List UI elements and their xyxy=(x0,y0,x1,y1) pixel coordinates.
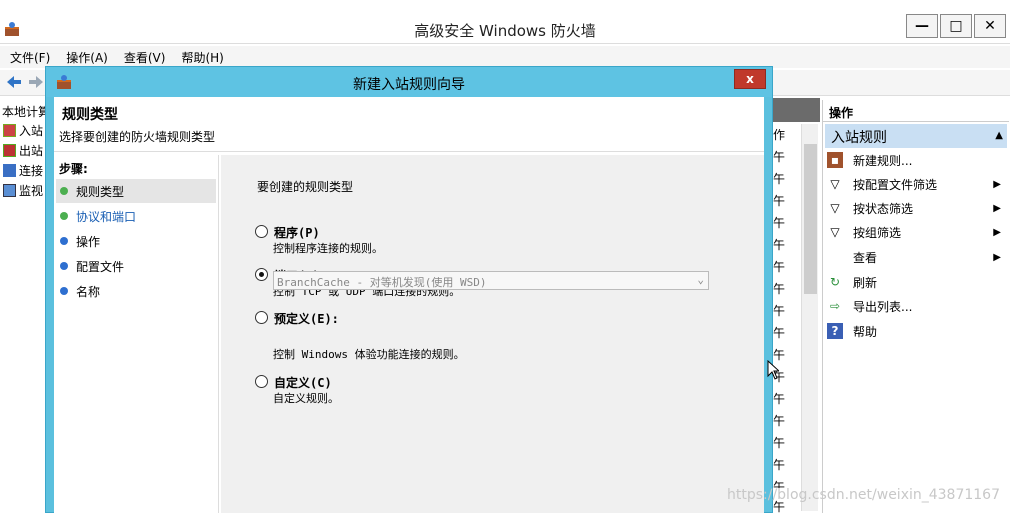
submenu-arrow-icon: ▶ xyxy=(993,178,1001,190)
menu-bar: 文件(F) 操作(A) 查看(V) 帮助(H) xyxy=(0,46,1010,68)
collapse-caret-icon[interactable]: ▲ xyxy=(995,130,1003,141)
step-status-dot-icon xyxy=(60,237,68,245)
program-radio[interactable] xyxy=(255,225,268,238)
window-title: 高级安全 Windows 防火墙 xyxy=(414,22,596,40)
option-title: 预定义(E): xyxy=(274,312,339,326)
tree-root[interactable]: 本地计算 xyxy=(2,103,45,120)
tree-item-monitor[interactable]: 监视 xyxy=(3,182,43,199)
option-description: 控制程序连接的规则。 xyxy=(273,242,383,255)
tree-item-outbound[interactable]: 出站 xyxy=(3,142,43,159)
step-name[interactable]: 名称 xyxy=(56,279,216,303)
minimize-button[interactable]: — xyxy=(906,14,938,38)
dialog-close-button[interactable]: x xyxy=(734,69,766,89)
step-action[interactable]: 操作 xyxy=(56,229,216,253)
dialog-title: 新建入站规则向导 xyxy=(353,77,465,93)
list-item[interactable]: 午 xyxy=(773,280,785,297)
option-description: 自定义规则。 xyxy=(273,392,339,405)
action-new-rule[interactable]: ▪ 新建规则... xyxy=(827,148,1005,172)
forward-arrow-icon[interactable] xyxy=(27,74,45,90)
list-item[interactable]: 午 xyxy=(773,148,785,165)
step-status-dot-icon xyxy=(60,287,68,295)
watermark: https://blog.csdn.net/weixin_43871167 xyxy=(726,487,1000,503)
option-title: 程序(P) xyxy=(274,226,320,240)
rule-type-content: 要创建的规则类型 程序(P) 控制程序连接的规则。 端口(O) 控制 TCP 或… xyxy=(221,155,764,513)
actions-pane: 操作 入站规则 ▲ ▪ 新建规则... ▽ 按配置文件筛选 ▶ ▽ 按状态筛选 … xyxy=(822,100,1010,513)
navigation-tree: 本地计算 入站 出站 连接 监视 xyxy=(0,100,46,513)
close-button[interactable]: ✕ xyxy=(974,14,1006,38)
rules-list: 作 午 午 午 午 午 午 午 午 午 午 午 午 午 午 午 午 午 xyxy=(770,98,820,513)
outbound-rules-icon xyxy=(3,144,16,157)
custom-radio[interactable] xyxy=(255,375,268,388)
wizard-steps: 步骤: 规则类型 协议和端口 操作 配置文件 名称 xyxy=(54,155,219,513)
predefined-radio[interactable] xyxy=(255,311,268,324)
step-rule-type[interactable]: 规则类型 xyxy=(56,179,216,203)
filter-icon: ▽ xyxy=(830,225,840,239)
list-item[interactable]: 午 xyxy=(773,324,785,341)
step-profile[interactable]: 配置文件 xyxy=(56,254,216,278)
list-item[interactable]: 午 xyxy=(773,412,785,429)
refresh-icon: ↻ xyxy=(829,275,841,289)
scrollbar-thumb[interactable] xyxy=(804,144,817,294)
list-item[interactable]: 午 xyxy=(773,236,785,253)
list-item[interactable]: 午 xyxy=(773,434,785,451)
actions-section-inbound[interactable]: 入站规则 ▲ xyxy=(825,124,1007,148)
tree-item-inbound[interactable]: 入站 xyxy=(3,122,43,139)
dialog-body: 规则类型 选择要创建的防火墙规则类型 步骤: 规则类型 协议和端口 操作 配置文… xyxy=(54,97,764,513)
list-item[interactable]: 午 xyxy=(773,214,785,231)
step-protocol-and-ports[interactable]: 协议和端口 xyxy=(56,204,216,228)
list-item[interactable]: 午 xyxy=(773,456,785,473)
submenu-arrow-icon: ▶ xyxy=(993,202,1001,214)
monitor-icon xyxy=(3,184,16,197)
rules-list-header xyxy=(770,98,820,122)
action-view[interactable]: 查看 ▶ xyxy=(827,245,1005,269)
menu-view[interactable]: 查看(V) xyxy=(124,49,166,66)
maximize-button[interactable]: □ xyxy=(940,14,972,38)
help-icon: ? xyxy=(827,323,843,339)
rules-list-scrollbar[interactable] xyxy=(801,124,818,511)
list-item[interactable]: 作 xyxy=(773,126,785,143)
menu-action[interactable]: 操作(A) xyxy=(66,49,108,66)
action-filter-by-state[interactable]: ▽ 按状态筛选 ▶ xyxy=(827,196,1005,220)
list-item[interactable]: 午 xyxy=(773,170,785,187)
menu-help[interactable]: 帮助(H) xyxy=(181,49,223,66)
submenu-arrow-icon: ▶ xyxy=(993,251,1001,263)
list-item[interactable]: 午 xyxy=(773,302,785,319)
list-item[interactable]: 午 xyxy=(773,258,785,275)
mouse-cursor-icon xyxy=(767,360,779,380)
action-filter-by-profile[interactable]: ▽ 按配置文件筛选 ▶ xyxy=(827,172,1005,196)
rule-type-question: 要创建的规则类型 xyxy=(257,180,354,194)
option-title: 自定义(C) xyxy=(274,376,332,390)
step-status-dot-icon xyxy=(60,187,68,195)
new-inbound-rule-wizard: 新建入站规则向导 x 规则类型 选择要创建的防火墙规则类型 步骤: 规则类型 协… xyxy=(45,66,773,513)
connection-security-icon xyxy=(3,164,16,177)
step-status-dot-icon xyxy=(60,262,68,270)
back-arrow-icon[interactable] xyxy=(5,74,23,90)
inbound-rules-icon xyxy=(3,124,16,137)
page-title: 规则类型 xyxy=(62,107,118,123)
action-export-list[interactable]: ⇨ 导出列表... xyxy=(827,294,1005,318)
step-status-dot-icon xyxy=(60,212,68,220)
action-refresh[interactable]: ↻ 刷新 xyxy=(827,270,1005,294)
predefined-rule-select[interactable]: BranchCache - 对等机发现(使用 WSD) ⌄ xyxy=(273,271,709,290)
list-item[interactable]: 午 xyxy=(773,192,785,209)
dialog-header: 规则类型 选择要创建的防火墙规则类型 xyxy=(54,97,764,152)
chevron-down-icon: ⌄ xyxy=(697,273,704,286)
port-radio[interactable] xyxy=(255,268,268,281)
new-rule-icon: ▪ xyxy=(827,152,843,168)
action-filter-by-group[interactable]: ▽ 按组筛选 ▶ xyxy=(827,220,1005,244)
dialog-titlebar[interactable]: 新建入站规则向导 x xyxy=(46,67,772,97)
page-subtitle: 选择要创建的防火墙规则类型 xyxy=(59,130,216,144)
export-icon: ⇨ xyxy=(829,299,841,313)
filter-icon: ▽ xyxy=(830,177,840,191)
list-item[interactable]: 午 xyxy=(773,390,785,407)
actions-pane-header: 操作 xyxy=(823,100,1009,122)
option-description: 控制 Windows 体验功能连接的规则。 xyxy=(273,348,465,361)
main-titlebar: 高级安全 Windows 防火墙 — □ ✕ xyxy=(0,0,1010,44)
filter-icon: ▽ xyxy=(830,201,840,215)
steps-title: 步骤: xyxy=(59,162,88,176)
menu-file[interactable]: 文件(F) xyxy=(10,49,50,66)
action-help[interactable]: ? 帮助 xyxy=(827,319,1005,343)
submenu-arrow-icon: ▶ xyxy=(993,226,1001,238)
tree-item-connection[interactable]: 连接 xyxy=(3,162,43,179)
